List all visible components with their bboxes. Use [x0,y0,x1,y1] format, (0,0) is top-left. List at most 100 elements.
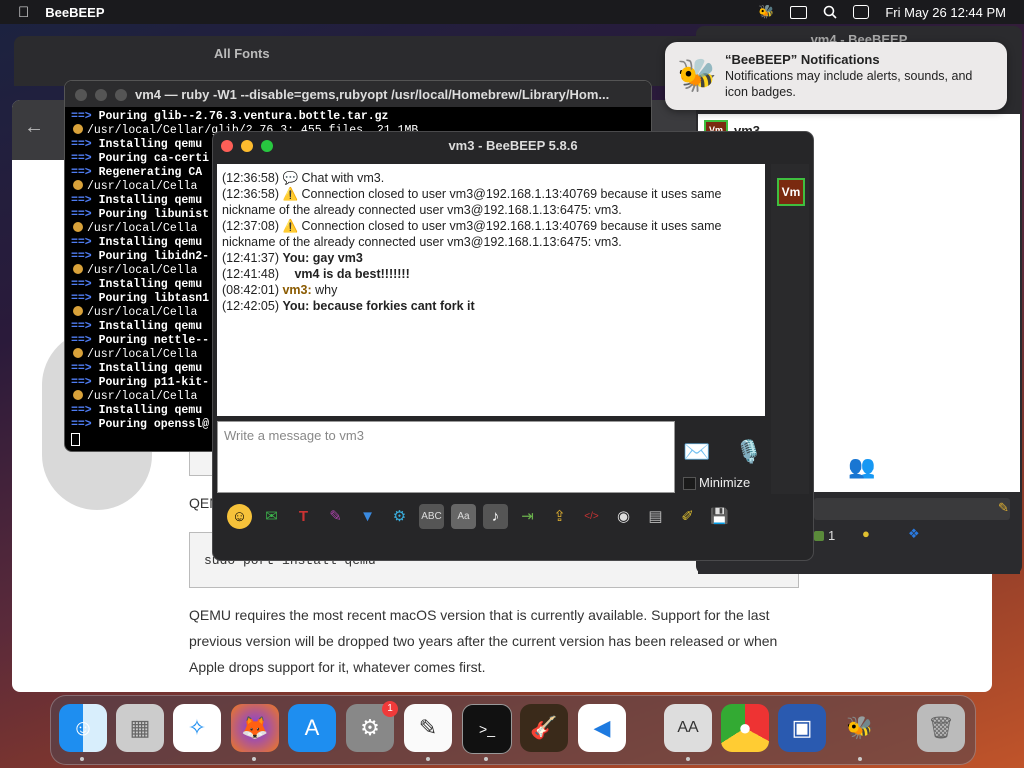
menu-bar:  BeeBEEP 🐝 Fri May 26 12:44 PM [0,0,1024,24]
garageband-icon[interactable]: 🎸 [520,704,568,752]
notification-body: Notifications may include alerts, sounds… [725,69,973,99]
running-indicator [858,757,862,761]
close-button[interactable] [75,89,87,101]
status-input[interactable] [814,498,1010,520]
arrow-prefix: ==> [71,166,99,179]
font-icon[interactable]: T [291,504,316,529]
html-icon[interactable]: </> [579,504,604,529]
bluetooth-icon[interactable]: ❖ [908,526,920,542]
chat-log: (12:36:58) 💬 Chat with vm3. (12:36:58) ⚠️… [217,164,765,416]
trash-icon[interactable]: 🗑 [917,704,965,752]
running-indicator [80,757,84,761]
warning-icon: ⚠️ [282,219,299,233]
terminal-titlebar: vm4 — ruby -W1 --disable=gems,rubyopt /u… [65,81,651,107]
send-file-icon[interactable]: ⇥ [515,504,540,529]
running-indicator [686,757,690,761]
emoticons-icon[interactable]: ☺ [227,503,252,529]
settings-icon[interactable]: ⚙ [387,504,412,529]
font-book-icon[interactable]: AA [664,704,712,752]
send-folder-icon[interactable]: ⇪ [547,504,572,529]
message-time: (12:41:37) [222,251,279,265]
font-book-window: All Fonts [14,36,704,86]
network-count[interactable]: 1 [814,528,835,543]
microphone-icon[interactable]: 🎙️ [735,439,762,465]
history-icon[interactable]: ▤ [643,504,668,529]
arrow-prefix: ==> [71,320,99,333]
message-text: gay vm3 [312,251,363,265]
message-time: (12:36:58) [222,171,279,185]
message-time: (08:42:01) [222,283,279,297]
arrow-prefix: ==> [71,376,99,389]
terminal-line: ==> Pouring glib--2.76.3.ventura.bottle.… [71,110,389,123]
message-input[interactable]: Write a message to vm3 [217,421,675,493]
chat-title: vm3 - BeeBEEP 5.8.6 [448,138,578,153]
notification-banner[interactable]: 🐝 “BeeBEEP” Notifications Notifications … [665,42,1007,110]
users-icon[interactable]: ● [862,526,870,541]
terminal-icon[interactable]: >_ [462,704,512,754]
back-arrow-icon[interactable]: ← [24,116,44,139]
arrow-prefix: ==> [71,418,99,431]
app-store-icon[interactable]: A [288,704,336,752]
message-time: (12:42:05) [222,299,279,313]
finder-icon[interactable]: ☺ [59,704,107,752]
arrow-prefix: ==> [71,138,99,151]
network-icon [814,530,824,541]
notes-icon[interactable]: ✐ [675,504,700,529]
chat-message: (12:36:58) ⚠️ Connection closed to user … [222,186,760,218]
menubar-app-name[interactable]: BeeBEEP [45,5,104,20]
beer-mug-icon [73,306,83,316]
arrow-prefix: ==> [71,110,99,123]
textedit-icon[interactable]: ✎ [404,704,452,752]
terminal-title: vm4 — ruby -W1 --disable=gems,rubyopt /u… [135,86,610,102]
running-indicator [426,757,430,761]
vscode-icon[interactable]: ◀ [578,704,626,752]
completer-icon[interactable]: Aa [451,503,476,529]
apple-icon[interactable]:  [18,4,29,21]
notification-title: “BeeBEEP” Notifications [725,52,880,67]
arrow-prefix: ==> [71,236,99,249]
save-chat-icon[interactable]: 💾 [707,504,732,529]
spellcheck-icon[interactable]: ABC [419,503,444,529]
minimize-button[interactable] [95,89,107,101]
qemu-requirement-paragraph: QEMU requires the most recent macOS vers… [189,607,778,675]
color-icon[interactable]: ✎ [323,504,348,529]
users-group-icon: 👥 [848,454,876,479]
screenshot-icon[interactable]: ◉ [611,504,636,529]
beer-mug-icon [73,180,83,190]
beebeep-icon[interactable]: 🐝 [836,704,884,752]
message-sender: vm3: [282,283,312,297]
beer-mug-icon [73,390,83,400]
chat-window: vm3 - BeeBEEP 5.8.6 (12:36:58) 💬 Chat wi… [212,131,814,561]
launchpad-icon[interactable]: ▦ [116,704,164,752]
arrow-prefix: ==> [71,250,99,263]
arrow-prefix: ==> [71,404,99,417]
terminal-cursor [71,433,80,446]
settings-badge: 1 [382,701,398,717]
screen-mirroring-icon[interactable] [790,5,808,19]
control-center-icon[interactable] [853,5,870,19]
firefox-icon[interactable]: 🦊 [231,704,279,752]
send-message-icon[interactable]: ✉️ [683,439,710,465]
virtualbox-icon[interactable]: ▣ [778,704,826,752]
warning-icon: ⚠️ [282,187,299,201]
file-icon[interactable]: ♪ [483,503,508,529]
chat-message: (12:36:58) 💬 Chat with vm3. [222,170,760,186]
arrow-prefix: ==> [71,208,99,221]
chat-message: (12:41:48) vm4 is da best!!!!!!! [222,266,760,282]
beebeep-app-icon: 🐝 [677,57,717,93]
message-time: (12:37:08) [222,219,279,233]
menubar-clock[interactable]: Fri May 26 12:44 PM [885,5,1006,20]
search-icon[interactable] [823,5,837,19]
beebeep-tray-icon[interactable]: 🐝 [758,4,774,20]
chrome-icon[interactable]: ● [721,704,769,752]
member-avatar[interactable]: Vm [777,178,805,206]
email-icon[interactable]: ✉ [259,504,284,529]
safari-icon[interactable]: ✧ [173,704,221,752]
minimize-checkbox[interactable] [683,477,696,490]
clean-icon[interactable]: ✎ [998,500,1009,516]
dock: ☺ ▦ ✧ 🦊 A ⚙ 1 ✎ >_ 🎸 ◀ AA ● ▣ 🐝 🗑 [50,695,976,765]
arrow-prefix: ==> [71,334,99,347]
zoom-button[interactable] [115,89,127,101]
message-text: why [315,283,338,297]
filter-icon[interactable]: ▼ [355,504,380,529]
